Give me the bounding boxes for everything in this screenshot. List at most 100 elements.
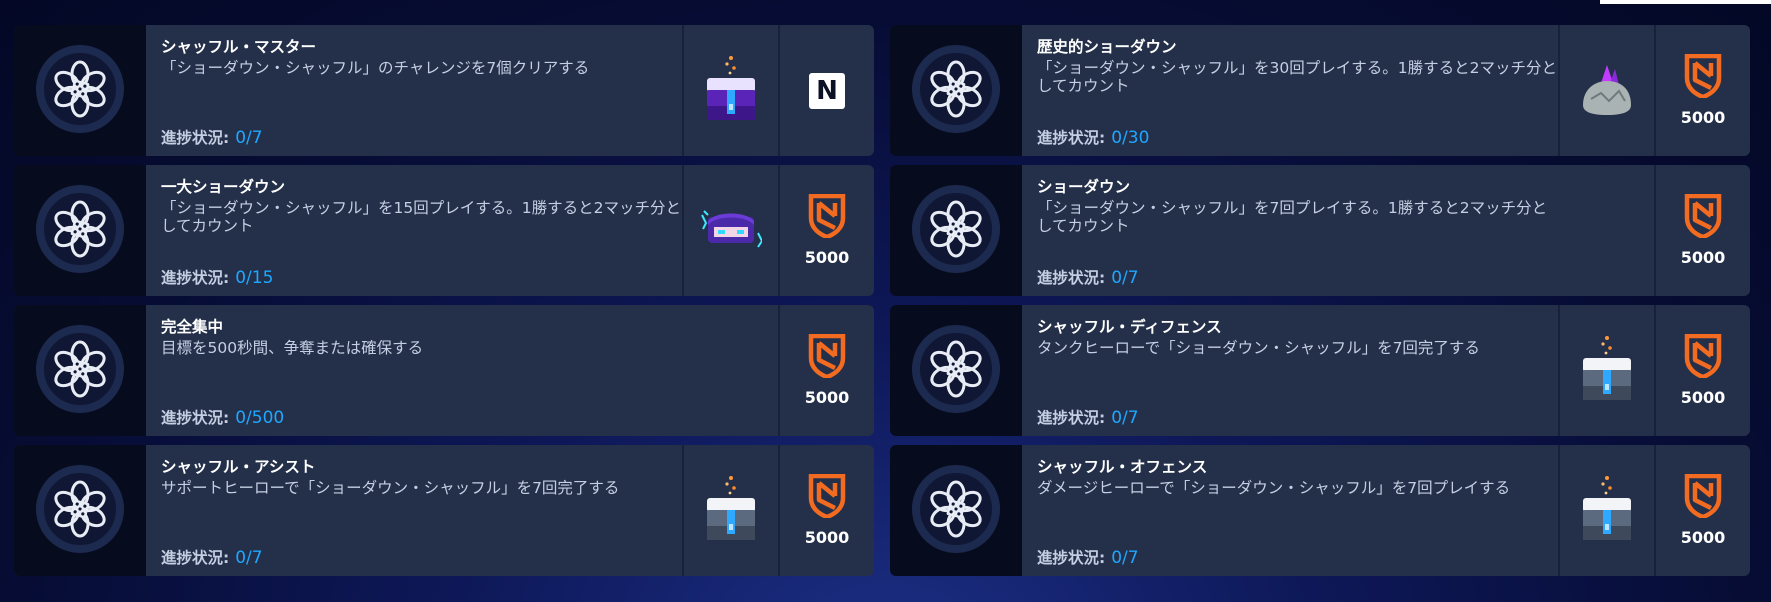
challenge-title: シャッフル・オフェンス bbox=[1037, 458, 1208, 476]
n-logo-icon: N bbox=[809, 72, 845, 109]
shield-currency-icon bbox=[1683, 333, 1723, 382]
challenge-progress: 進捗状況: 0/30 bbox=[1037, 126, 1149, 148]
reward-currency-slot[interactable]: 5000 bbox=[1654, 25, 1750, 156]
shuffle-dice-badge-icon bbox=[32, 461, 128, 561]
challenge-card[interactable]: 一大ショーダウン 「ショーダウン・シャッフル」を15回プレイする。1勝すると2マ… bbox=[14, 165, 874, 296]
progress-value: 0/7 bbox=[235, 128, 263, 148]
challenge-description: 目標を500秒間、争奪または確保する bbox=[161, 339, 424, 357]
challenge-description: ダメージヒーローで「ショーダウン・シャッフル」を7回プレイする bbox=[1037, 479, 1511, 497]
challenge-card[interactable]: シャッフル・オフェンス ダメージヒーローで「ショーダウン・シャッフル」を7回プレ… bbox=[890, 445, 1750, 576]
reward-amount: 5000 bbox=[1680, 528, 1726, 547]
shield-currency-icon bbox=[1683, 473, 1723, 522]
challenge-info: 完全集中 目標を500秒間、争奪または確保する 進捗状況: 0/500 bbox=[161, 317, 684, 428]
challenge-badge bbox=[890, 445, 1022, 576]
progress-label: 進捗状況: bbox=[161, 409, 230, 427]
challenge-badge bbox=[14, 445, 146, 576]
reward-currency-slot[interactable]: 5000 bbox=[1654, 305, 1750, 436]
challenge-description: タンクヒーローで「ショーダウン・シャッフル」を7回完了する bbox=[1037, 339, 1480, 357]
white-loot-box-icon bbox=[1577, 474, 1637, 548]
purple-loot-box-icon bbox=[701, 54, 761, 128]
top-edge-strip bbox=[1600, 0, 1771, 4]
shuffle-dice-badge-icon bbox=[32, 181, 128, 281]
progress-value: 0/30 bbox=[1111, 128, 1150, 148]
shuffle-dice-badge-icon bbox=[908, 461, 1004, 561]
challenge-card[interactable]: シャッフル・マスター 「ショーダウン・シャッフル」のチャレンジを7個クリアする … bbox=[14, 25, 874, 156]
progress-label: 進捗状況: bbox=[161, 549, 230, 567]
challenge-info: シャッフル・アシスト サポートヒーローで「ショーダウン・シャッフル」を7回完了す… bbox=[161, 457, 684, 568]
challenge-title: 完全集中 bbox=[161, 318, 224, 336]
progress-value: 0/15 bbox=[235, 268, 274, 288]
challenge-description: 「ショーダウン・シャッフル」を30回プレイする。1勝すると2マッチ分としてカウン… bbox=[1037, 59, 1557, 95]
shuffle-dice-badge-icon bbox=[908, 41, 1004, 141]
challenge-progress: 進捗状況: 0/7 bbox=[1037, 266, 1139, 288]
progress-value: 0/7 bbox=[235, 548, 263, 568]
challenge-title: シャッフル・アシスト bbox=[161, 458, 316, 476]
progress-label: 進捗状況: bbox=[161, 269, 230, 287]
challenge-badge bbox=[890, 305, 1022, 436]
shield-currency-icon bbox=[1683, 53, 1723, 102]
challenge-progress: 進捗状況: 0/15 bbox=[161, 266, 273, 288]
challenge-badge bbox=[890, 165, 1022, 296]
reward-amount: 5000 bbox=[804, 528, 850, 547]
progress-label: 進捗状況: bbox=[161, 129, 230, 147]
shield-currency-icon bbox=[807, 333, 847, 382]
challenge-title: シャッフル・ディフェンス bbox=[1037, 318, 1222, 336]
progress-value: 0/7 bbox=[1111, 548, 1139, 568]
challenge-card[interactable]: 完全集中 目標を500秒間、争奪または確保する 進捗状況: 0/500 5000 bbox=[14, 305, 874, 436]
challenge-info: シャッフル・オフェンス ダメージヒーローで「ショーダウン・シャッフル」を7回プレ… bbox=[1037, 457, 1560, 568]
reward-currency-slot[interactable]: 5000 bbox=[1654, 445, 1750, 576]
shuffle-dice-badge-icon bbox=[908, 181, 1004, 281]
challenge-card[interactable]: 歴史的ショーダウン 「ショーダウン・シャッフル」を30回プレイする。1勝すると2… bbox=[890, 25, 1750, 156]
challenge-badge bbox=[14, 25, 146, 156]
challenge-title: 歴史的ショーダウン bbox=[1037, 38, 1177, 56]
reward-item-slot[interactable] bbox=[682, 165, 778, 296]
crystal-rock-icon bbox=[1577, 59, 1637, 123]
challenge-description: 「ショーダウン・シャッフル」のチャレンジを7個クリアする bbox=[161, 59, 590, 77]
challenge-badge bbox=[14, 165, 146, 296]
challenge-description: 「ショーダウン・シャッフル」を15回プレイする。1勝すると2マッチ分としてカウン… bbox=[161, 199, 681, 235]
shield-currency-icon bbox=[1683, 193, 1723, 242]
reward-item-slot[interactable] bbox=[682, 445, 778, 576]
challenge-info: ショーダウン 「ショーダウン・シャッフル」を7回プレイする。1勝すると2マッチ分… bbox=[1037, 177, 1560, 288]
reward-item-slot[interactable] bbox=[1558, 445, 1654, 576]
reward-currency-slot[interactable]: 5000 bbox=[1654, 165, 1750, 296]
challenge-progress: 進捗状況: 0/7 bbox=[161, 126, 263, 148]
shuffle-dice-badge-icon bbox=[908, 321, 1004, 421]
white-loot-box-icon bbox=[701, 474, 761, 548]
reward-item-slot[interactable] bbox=[682, 25, 778, 156]
challenge-info: 歴史的ショーダウン 「ショーダウン・シャッフル」を30回プレイする。1勝すると2… bbox=[1037, 37, 1560, 148]
challenge-info: 一大ショーダウン 「ショーダウン・シャッフル」を15回プレイする。1勝すると2マ… bbox=[161, 177, 684, 288]
reward-currency-slot[interactable]: 5000 bbox=[778, 305, 874, 436]
challenge-info: シャッフル・ディフェンス タンクヒーローで「ショーダウン・シャッフル」を7回完了… bbox=[1037, 317, 1560, 428]
challenge-card[interactable]: ショーダウン 「ショーダウン・シャッフル」を7回プレイする。1勝すると2マッチ分… bbox=[890, 165, 1750, 296]
challenge-description: サポートヒーローで「ショーダウン・シャッフル」を7回完了する bbox=[161, 479, 620, 497]
challenge-card[interactable]: シャッフル・ディフェンス タンクヒーローで「ショーダウン・シャッフル」を7回完了… bbox=[890, 305, 1750, 436]
challenge-progress: 進捗状況: 0/7 bbox=[1037, 406, 1139, 428]
reward-item-slot[interactable] bbox=[1558, 25, 1654, 156]
hero-spray-icon bbox=[700, 207, 764, 255]
progress-label: 進捗状況: bbox=[1037, 409, 1106, 427]
reward-currency-slot[interactable]: 5000 bbox=[778, 445, 874, 576]
progress-value: 0/7 bbox=[1111, 408, 1139, 428]
challenge-info: シャッフル・マスター 「ショーダウン・シャッフル」のチャレンジを7個クリアする … bbox=[161, 37, 684, 148]
reward-item-slot[interactable] bbox=[1558, 305, 1654, 436]
reward-currency-slot[interactable]: 5000 bbox=[778, 165, 874, 296]
progress-label: 進捗状況: bbox=[1037, 549, 1106, 567]
progress-label: 進捗状況: bbox=[1037, 129, 1106, 147]
challenge-progress: 進捗状況: 0/7 bbox=[161, 546, 263, 568]
reward-amount: 5000 bbox=[804, 388, 850, 407]
challenge-progress: 進捗状況: 0/500 bbox=[161, 406, 284, 428]
shuffle-dice-badge-icon bbox=[32, 321, 128, 421]
reward-currency-slot[interactable]: N bbox=[778, 25, 874, 156]
challenge-progress: 進捗状況: 0/7 bbox=[1037, 546, 1139, 568]
challenge-title: 一大ショーダウン bbox=[161, 178, 286, 196]
progress-value: 0/500 bbox=[235, 408, 285, 428]
reward-amount: 5000 bbox=[1680, 248, 1726, 267]
challenge-badge bbox=[890, 25, 1022, 156]
challenge-card[interactable]: シャッフル・アシスト サポートヒーローで「ショーダウン・シャッフル」を7回完了す… bbox=[14, 445, 874, 576]
reward-amount: 5000 bbox=[804, 248, 850, 267]
shield-currency-icon bbox=[807, 473, 847, 522]
challenge-title: シャッフル・マスター bbox=[161, 38, 317, 56]
challenge-description: 「ショーダウン・シャッフル」を7回プレイする。1勝すると2マッチ分としてカウント bbox=[1037, 199, 1548, 235]
progress-value: 0/7 bbox=[1111, 268, 1139, 288]
